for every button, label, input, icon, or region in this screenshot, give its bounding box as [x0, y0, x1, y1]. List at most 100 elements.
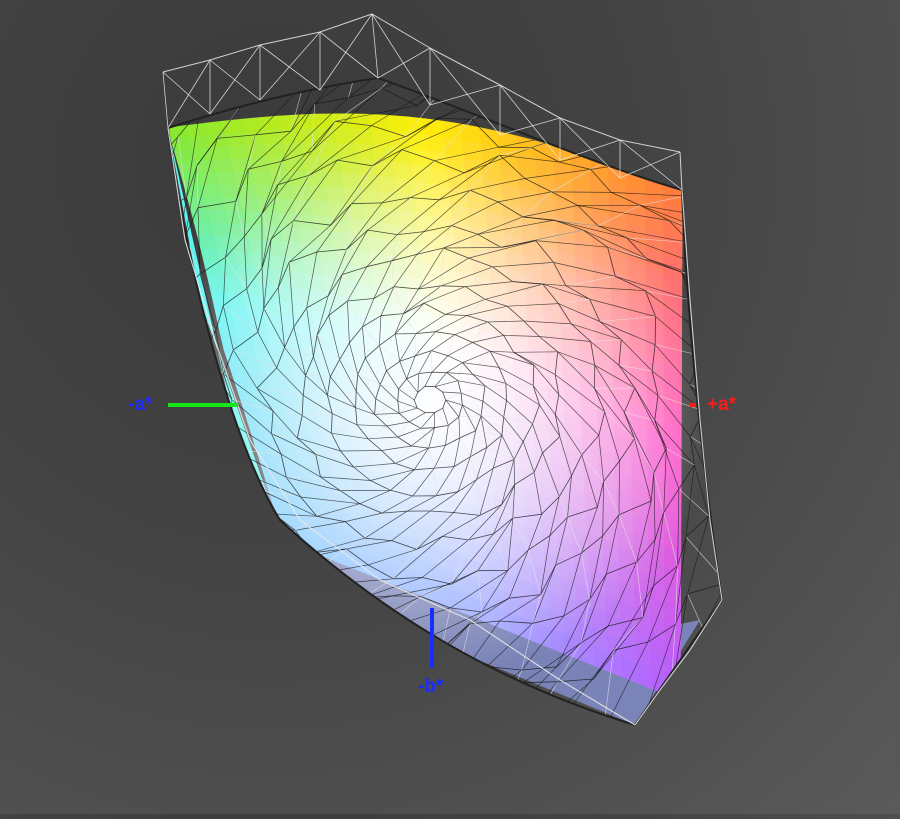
- mesh-edge: [105, 521, 166, 560]
- mesh-edge: [96, 393, 103, 423]
- mesh-edge: [103, 423, 139, 448]
- mesh-edge: [183, 405, 233, 424]
- mesh-edge: [83, 232, 90, 263]
- mesh-edge: [238, 575, 309, 577]
- mesh-edge: [760, 500, 772, 529]
- mesh-edge: [354, 673, 389, 723]
- mesh-edge: [772, 500, 800, 583]
- mesh-edge: [731, 407, 790, 473]
- mesh-edge: [131, 213, 155, 276]
- mesh-edge: [773, 289, 840, 359]
- mesh-edge: [130, 235, 132, 308]
- mesh-edge: [232, 424, 233, 450]
- mesh-edge: [114, 266, 128, 334]
- mesh-edge: [772, 500, 791, 542]
- mesh-edge: [139, 448, 140, 476]
- mesh-edge: [205, 530, 224, 552]
- wireframe-edge: [680, 152, 682, 190]
- mesh-edge: [804, 261, 822, 301]
- mesh-edge: [655, 317, 656, 345]
- mesh-edge: [49, 408, 67, 435]
- mesh-edge: [791, 317, 841, 359]
- mesh-edge: [83, 263, 96, 348]
- mesh-edge: [193, 578, 256, 603]
- mesh-edge: [328, 667, 357, 690]
- mesh-edge: [223, 552, 283, 563]
- mesh-edge: [692, 300, 735, 350]
- mesh-edge: [265, 530, 295, 542]
- mesh-edge: [595, 388, 635, 389]
- mesh-edge: [624, 117, 650, 140]
- mesh-edge: [87, 197, 95, 283]
- mesh-edge: [685, 196, 709, 217]
- mesh-edge: [385, 755, 421, 768]
- wireframe-edge: [210, 45, 260, 60]
- mesh-edge: [96, 363, 104, 393]
- mesh-edge: [42, 378, 67, 436]
- mesh-edge: [148, 375, 195, 431]
- mesh-edge: [180, 621, 206, 640]
- mesh-edge: [729, 434, 771, 500]
- mesh-edge: [293, 631, 380, 653]
- wireframe-edge: [620, 152, 680, 178]
- mesh-edge: [713, 463, 730, 488]
- mesh-edge: [822, 424, 848, 454]
- mesh-edge: [248, 608, 274, 624]
- mesh-edge: [138, 539, 223, 551]
- mesh-edge: [357, 667, 389, 673]
- mesh-edge: [139, 448, 170, 485]
- mesh-edge: [70, 263, 82, 291]
- wireframe-edge: [372, 14, 378, 78]
- mesh-edge: [779, 351, 782, 381]
- mesh-edge: [88, 232, 89, 316]
- mesh-edge: [126, 510, 183, 511]
- mesh-edge: [528, 722, 560, 737]
- mesh-edge: [781, 381, 822, 454]
- mesh-edge: [193, 578, 219, 596]
- mesh-edge: [169, 295, 179, 322]
- mesh-edge: [310, 701, 393, 752]
- mesh-edge: [114, 334, 148, 375]
- mesh-edge: [139, 448, 175, 455]
- mesh-edge: [451, 54, 548, 77]
- mesh-edge: [161, 659, 266, 668]
- mesh-edge: [206, 640, 229, 664]
- mesh-edge: [49, 408, 52, 438]
- mesh-edge: [160, 348, 206, 380]
- mesh-edge: [717, 325, 734, 350]
- mesh-edge: [409, 646, 441, 649]
- mesh-edge: [576, 113, 635, 132]
- mesh-edge: [219, 596, 256, 604]
- mesh-edge: [804, 301, 810, 331]
- mesh-edge: [117, 549, 149, 567]
- mesh-edge: [52, 438, 101, 491]
- wireframe-edge: [500, 85, 560, 118]
- mesh-edge: [120, 640, 206, 649]
- mesh-edge: [354, 701, 393, 723]
- mesh-edge: [576, 124, 669, 132]
- mesh-edge: [735, 552, 781, 612]
- mesh-edge: [824, 359, 840, 392]
- mesh-edge: [602, 103, 635, 114]
- mesh-edge: [65, 347, 96, 374]
- mesh-edge: [810, 331, 840, 359]
- mesh-edge: [70, 291, 95, 348]
- mesh-edge: [734, 350, 799, 411]
- mesh-edge: [87, 232, 89, 283]
- mesh-edge: [473, 37, 514, 56]
- mesh-edge: [708, 267, 773, 289]
- mesh-edge: [223, 552, 238, 577]
- wireframe-edge: [163, 72, 210, 114]
- mesh-edge: [44, 537, 117, 550]
- mesh-edge: [697, 328, 735, 350]
- mesh-edge: [132, 162, 157, 235]
- mesh-edge: [130, 276, 131, 308]
- mesh-edge: [169, 265, 177, 322]
- mesh-edge: [393, 701, 426, 703]
- mesh-edge: [27, 473, 101, 491]
- mesh-edge: [161, 430, 206, 483]
- mesh-edge: [274, 611, 324, 625]
- mesh-edge: [95, 347, 103, 423]
- mesh-edge: [253, 698, 288, 706]
- wireframe-edge: [620, 140, 680, 152]
